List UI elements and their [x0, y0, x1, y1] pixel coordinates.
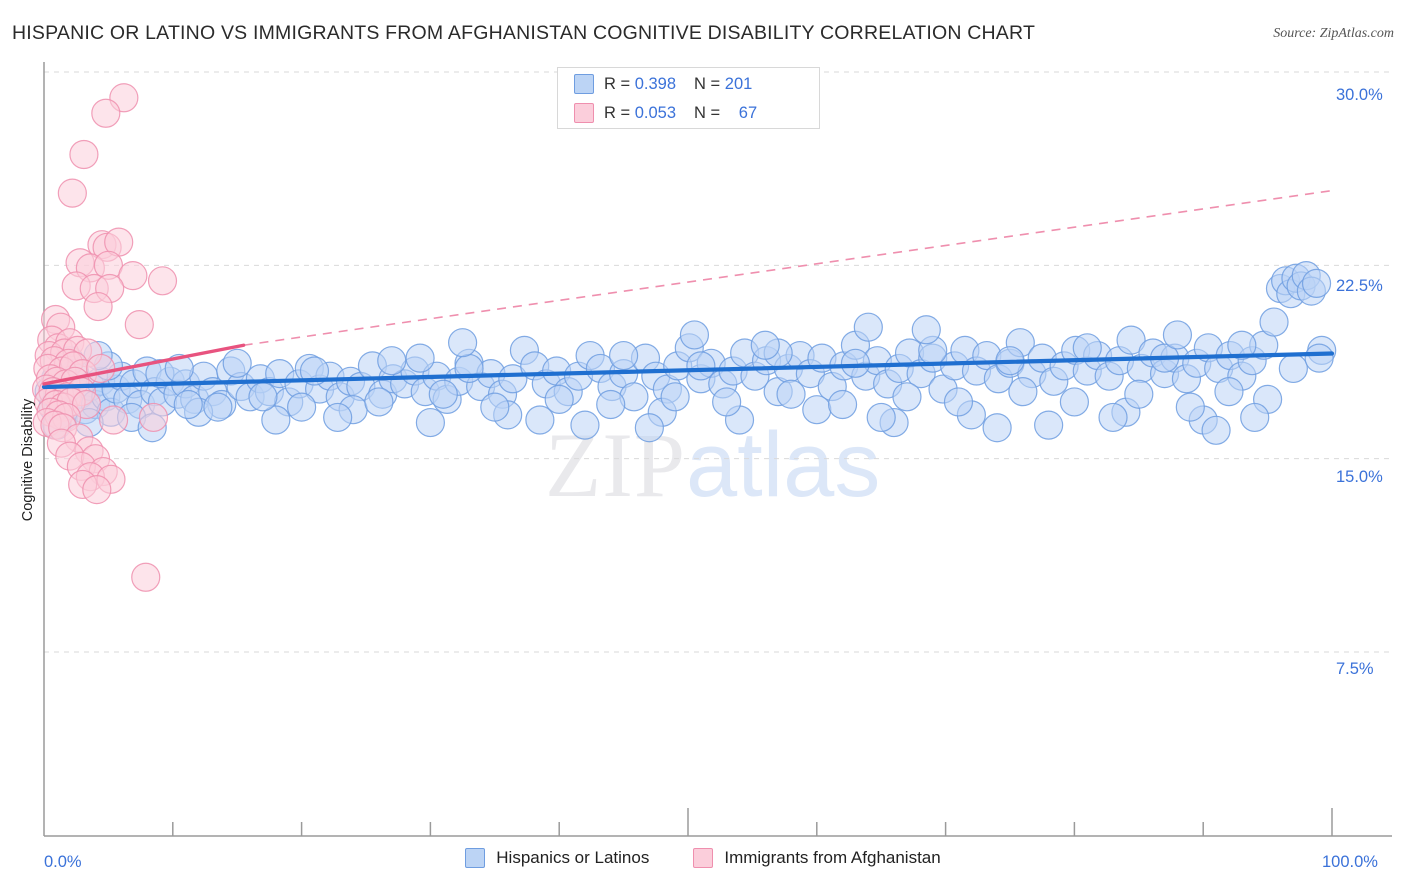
data-point [323, 402, 353, 433]
legend-swatch-afghanistan-icon [574, 103, 594, 123]
stats-legend-row-pink: R = 0.053 N = 67 [574, 100, 819, 126]
data-point [377, 346, 407, 376]
stats-r-blue: R = 0.398 N = 201 [604, 75, 752, 94]
data-point [364, 387, 394, 417]
data-point [1034, 410, 1064, 440]
data-point [1278, 353, 1308, 384]
data-point [428, 379, 458, 409]
data-point [91, 98, 121, 128]
data-point [750, 330, 780, 360]
data-point [415, 407, 445, 438]
y-tick-label-22-5: 22.5% [1336, 277, 1383, 295]
y-tick-label-30: 30.0% [1336, 86, 1383, 104]
data-point [608, 340, 639, 371]
legend-color-afghanistan-icon [693, 848, 714, 868]
correlation-chart-page: HISPANIC OR LATINO VS IMMIGRANTS FROM AF… [0, 0, 1406, 892]
data-point [596, 389, 626, 420]
data-point [287, 392, 317, 422]
data-point [57, 178, 87, 208]
n-label-blue: N = [694, 74, 721, 93]
data-point [1304, 343, 1334, 373]
data-point [147, 266, 178, 296]
stats-legend-row-blue: R = 0.398 N = 201 [574, 71, 819, 97]
data-point [248, 382, 278, 412]
data-point [173, 389, 203, 420]
data-point [660, 382, 690, 412]
data-point [840, 348, 871, 378]
series-points-afghanistan [31, 83, 178, 592]
data-point [1259, 307, 1289, 337]
data-point [405, 343, 435, 373]
n-value-blue: 201 [724, 74, 753, 93]
data-point [1059, 387, 1090, 417]
data-point [679, 320, 710, 350]
data-point [1124, 379, 1154, 409]
y-axis-title: Cognitive Disability [20, 398, 36, 522]
data-point [712, 387, 742, 417]
data-point [892, 382, 922, 412]
legend-label-hispanics: Hispanics or Latinos [496, 848, 650, 867]
data-point [634, 413, 664, 443]
legend-color-hispanics-icon [465, 848, 486, 868]
data-point [1214, 377, 1244, 407]
data-point [943, 387, 974, 417]
data-point [570, 410, 600, 440]
r-label-pink: R = [604, 103, 631, 122]
y-tick-label-15: 15.0% [1336, 468, 1383, 486]
scatter-canvas [31, 62, 1392, 837]
legend-item-hispanics[interactable]: Hispanics or Latinos [465, 848, 649, 868]
data-point [1301, 268, 1332, 298]
data-point [1240, 402, 1270, 433]
n-value-pink: 67 [738, 103, 758, 122]
data-point [866, 402, 896, 433]
data-point [138, 402, 169, 433]
data-point [911, 315, 941, 345]
r-value-blue: 0.398 [634, 74, 677, 93]
legend-swatch-hispanics-icon [574, 74, 594, 94]
data-point [83, 291, 113, 322]
y-tick-label-7-5: 7.5% [1336, 660, 1374, 678]
data-point [131, 562, 161, 592]
data-point [982, 413, 1012, 443]
stats-r-pink: R = 0.053 N = 67 [604, 104, 757, 123]
data-point [203, 392, 233, 422]
data-point [686, 351, 716, 381]
data-point [1162, 320, 1193, 350]
data-point [86, 353, 116, 384]
data-point [480, 392, 510, 422]
legend-item-afghanistan[interactable]: Immigrants from Afghanistan [693, 848, 941, 868]
data-point [853, 312, 883, 342]
data-point [124, 310, 154, 340]
data-point [1098, 402, 1128, 433]
stats-legend: R = 0.398 N = 201 R = 0.053 N = 67 [557, 67, 820, 129]
data-point [776, 379, 806, 409]
series-legend: Hispanics or Latinos Immigrants from Afg… [0, 848, 1406, 868]
series-points-hispanics [34, 261, 1337, 445]
data-point [82, 475, 112, 505]
data-point [1201, 415, 1231, 445]
data-point [1008, 377, 1038, 407]
data-point [827, 389, 858, 420]
data-point [802, 395, 832, 425]
data-point [448, 328, 478, 358]
legend-label-afghanistan: Immigrants from Afghanistan [724, 848, 941, 867]
data-point [98, 405, 129, 435]
data-point [69, 139, 99, 170]
trendline-afghanistan-extension [243, 189, 1333, 347]
data-point [1175, 392, 1205, 422]
data-point [222, 348, 252, 378]
plot-area [0, 0, 1406, 892]
n-label-pink: N = [694, 103, 721, 122]
data-point [525, 405, 555, 435]
r-label-blue: R = [604, 74, 631, 93]
r-value-pink: 0.053 [634, 103, 677, 122]
